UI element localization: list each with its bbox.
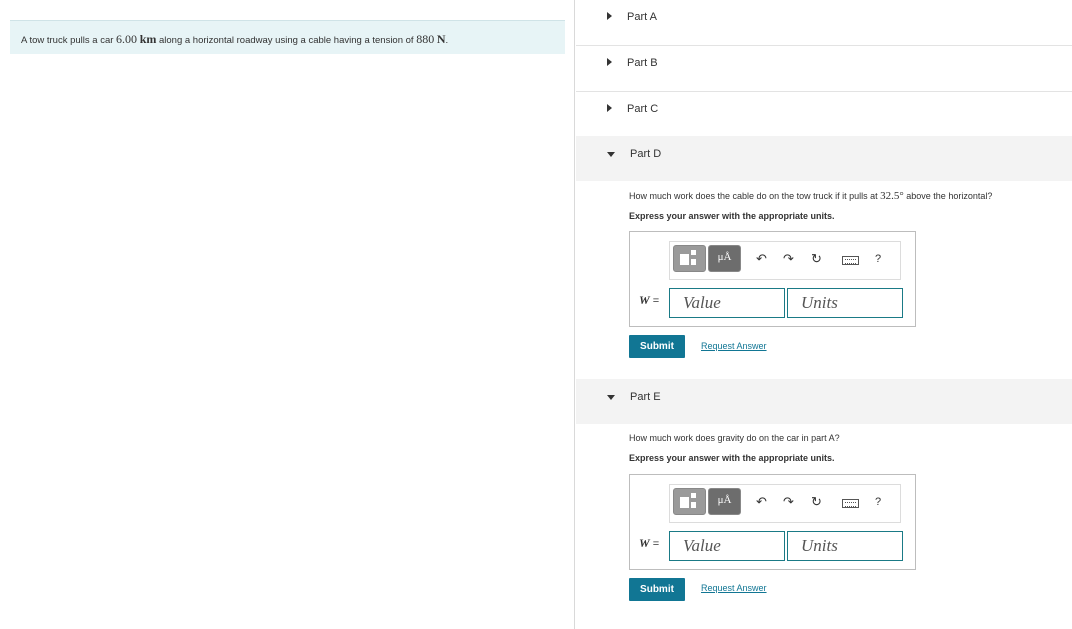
part-e-answer-box: μÅ ↶ ↷ ↻ ? W = Value Units (629, 474, 916, 570)
part-d-instruction: Express your answer with the appropriate… (629, 211, 835, 221)
variable-label: W = (639, 293, 659, 308)
part-e-question: How much work does gravity do on the car… (629, 433, 840, 443)
parts-pane: Part A Part B Part C Part D How much wor… (576, 0, 1072, 629)
collapse-arrow-icon (607, 395, 615, 400)
problem-text: A tow truck pulls a car (21, 35, 117, 46)
help-icon[interactable]: ? (875, 495, 881, 509)
template-icon-part (691, 493, 696, 498)
part-d-submit-button[interactable]: Submit (629, 335, 685, 358)
question-text-end: above the horizontal? (903, 191, 993, 201)
problem-pane: A tow truck pulls a car 6.00 km along a … (0, 0, 575, 629)
help-icon[interactable]: ? (875, 252, 881, 266)
template-icon-part (691, 259, 696, 265)
reset-icon[interactable]: ↻ (811, 495, 822, 509)
part-d-answer-box: μÅ ↶ ↷ ↻ ? W = Value Units (629, 231, 916, 327)
equals-sign: = (649, 538, 660, 550)
distance-value: 6.00 (116, 32, 138, 46)
collapse-arrow-icon (607, 152, 615, 157)
value-input[interactable]: Value (669, 531, 785, 561)
part-e-toggle[interactable]: Part E (576, 379, 1072, 424)
problem-statement: A tow truck pulls a car 6.00 km along a … (10, 20, 565, 54)
part-c-toggle[interactable]: Part C (576, 92, 1072, 137)
units-button[interactable]: μÅ (708, 245, 741, 272)
units-input[interactable]: Units (787, 288, 903, 318)
units-button-label: μÅ (717, 251, 732, 263)
keyboard-keys (845, 502, 856, 507)
units-button[interactable]: μÅ (708, 488, 741, 515)
value-input[interactable]: Value (669, 288, 785, 318)
question-text: How much work does the cable do on the t… (629, 191, 881, 201)
part-d-label: Part D (630, 148, 662, 160)
part-c-label: Part C (627, 103, 659, 115)
part-d-question: How much work does the cable do on the t… (629, 190, 992, 202)
problem-text-middle: along a horizontal roadway using a cable… (156, 35, 417, 46)
part-e-request-answer-link[interactable]: Request Answer (701, 583, 767, 593)
template-icon (680, 497, 689, 508)
expand-arrow-icon (607, 12, 612, 20)
part-e-label: Part E (630, 391, 661, 403)
math-toolbar: μÅ ↶ ↷ ↻ ? (669, 484, 901, 523)
part-d-toggle[interactable]: Part D (576, 136, 1072, 181)
part-e-submit-button[interactable]: Submit (629, 578, 685, 601)
part-b-label: Part B (627, 57, 658, 69)
template-icon-part (691, 250, 696, 255)
problem-text-end: . (445, 35, 449, 46)
keyboard-keys (845, 259, 856, 264)
equals-sign: = (649, 295, 660, 307)
part-a-label: Part A (627, 11, 657, 23)
templates-button[interactable] (673, 488, 706, 515)
reset-icon[interactable]: ↻ (811, 252, 822, 266)
part-e-instruction: Express your answer with the appropriate… (629, 453, 835, 463)
expand-arrow-icon (607, 58, 612, 66)
angle-value: 32.5° (880, 190, 904, 202)
keyboard-icon[interactable] (842, 256, 859, 265)
variable-symbol: W (639, 536, 650, 550)
template-icon-part (691, 502, 696, 508)
template-icon (680, 254, 689, 265)
distance-unit: km (139, 32, 157, 46)
part-d-request-answer-link[interactable]: Request Answer (701, 341, 767, 351)
variable-label: W = (639, 536, 659, 551)
part-a-toggle[interactable]: Part A (576, 0, 1072, 46)
expand-arrow-icon (607, 104, 612, 112)
tension-value: 880 (416, 32, 435, 46)
keyboard-icon[interactable] (842, 499, 859, 508)
undo-icon[interactable]: ↶ (756, 495, 767, 509)
math-toolbar: μÅ ↶ ↷ ↻ ? (669, 241, 901, 280)
units-input[interactable]: Units (787, 531, 903, 561)
templates-button[interactable] (673, 245, 706, 272)
variable-symbol: W (639, 293, 650, 307)
redo-icon[interactable]: ↷ (783, 252, 794, 266)
undo-icon[interactable]: ↶ (756, 252, 767, 266)
tension-unit: N (436, 32, 446, 46)
units-button-label: μÅ (717, 494, 732, 506)
part-b-toggle[interactable]: Part B (576, 46, 1072, 92)
redo-icon[interactable]: ↷ (783, 495, 794, 509)
